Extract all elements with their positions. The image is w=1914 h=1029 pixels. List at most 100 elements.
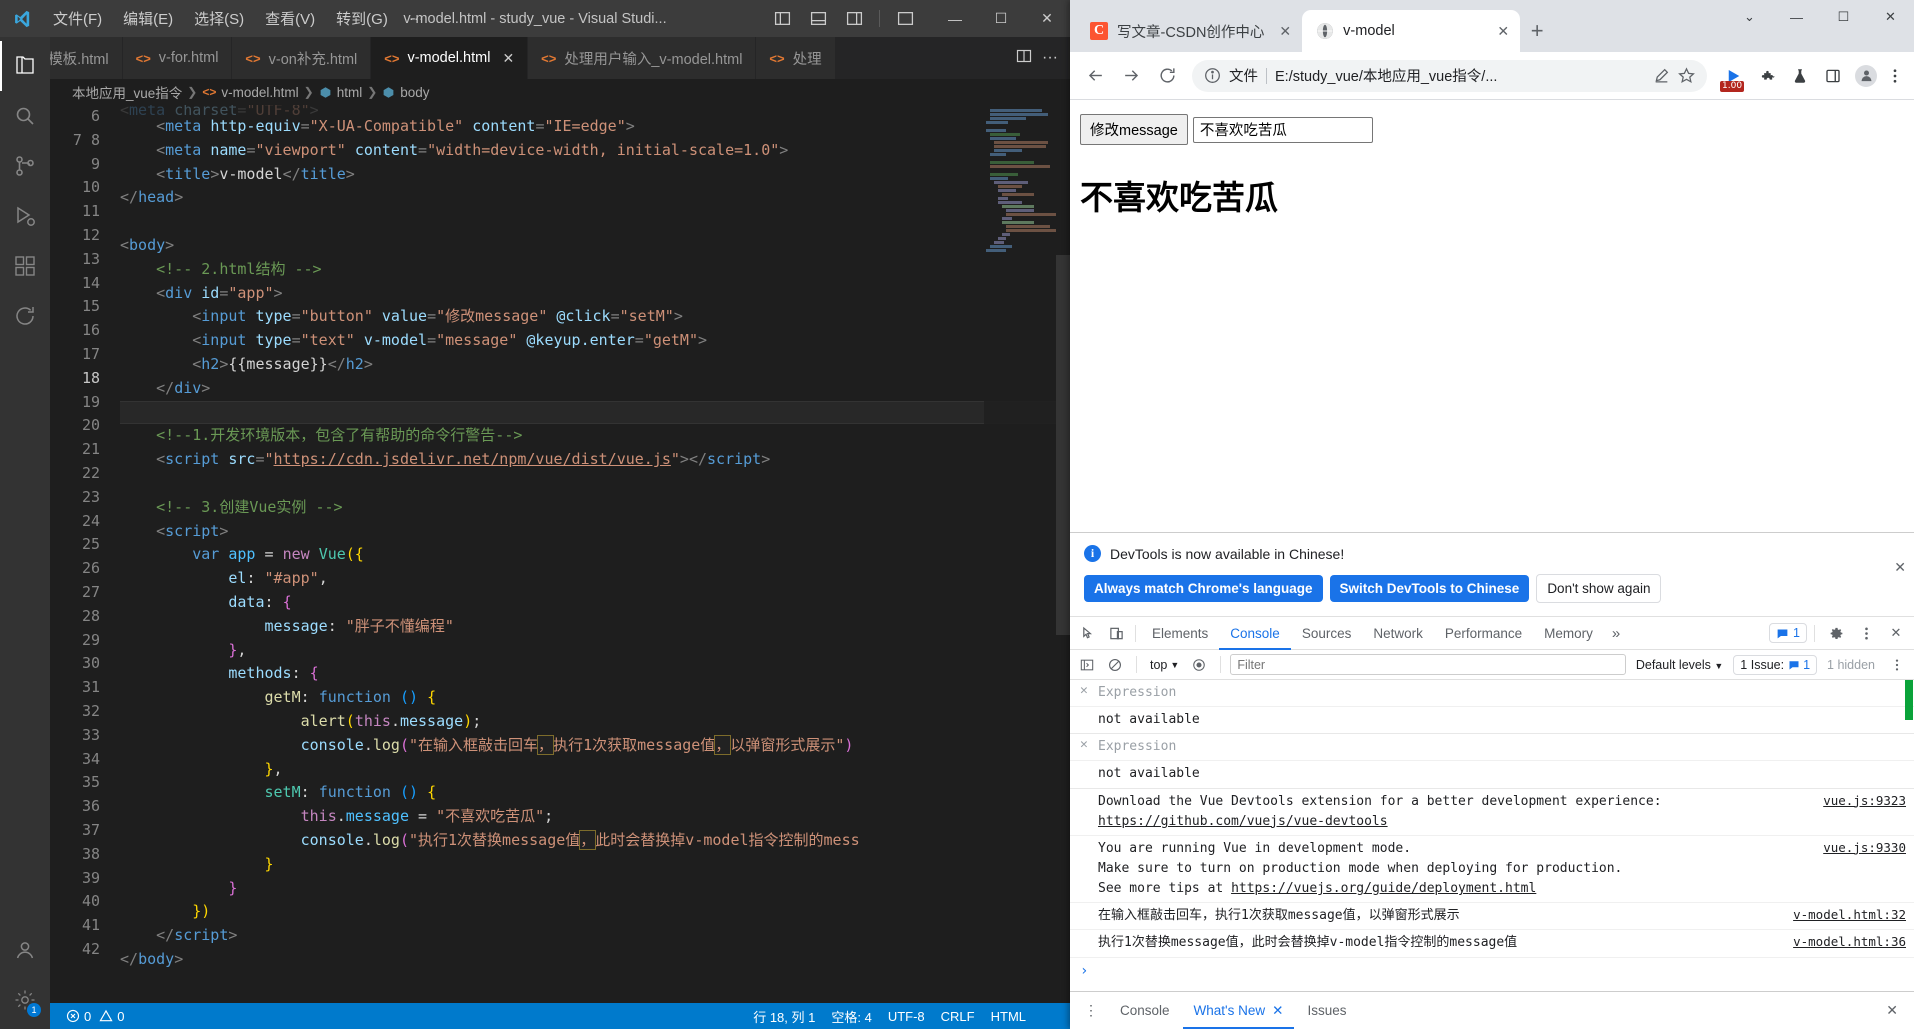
- tab-close-icon[interactable]: ✕: [1279, 23, 1291, 40]
- menu-more[interactable]: ···: [400, 6, 433, 31]
- toggle-primary-sidebar-icon[interactable]: [765, 2, 799, 36]
- chrome-tab-v-model[interactable]: v-model ✕: [1302, 10, 1521, 52]
- execution-context-selector[interactable]: top ▼: [1146, 658, 1183, 672]
- console-prompt[interactable]: ›: [1070, 958, 1914, 984]
- editor-scrollbar-thumb[interactable]: [1056, 255, 1070, 635]
- console-message-detail[interactable]: not available: [1070, 761, 1914, 789]
- message-source-link[interactable]: v-model.html:32: [1793, 906, 1906, 922]
- console-sidebar-toggle-icon[interactable]: [1075, 653, 1099, 677]
- drawer-menu-kebab-icon[interactable]: ⋮: [1076, 1002, 1107, 1019]
- menu-selection[interactable]: 选择(S): [185, 4, 253, 33]
- close-icon[interactable]: ✕: [1894, 559, 1906, 576]
- drawer-tab-whats-new[interactable]: What's New ✕: [1183, 992, 1295, 1029]
- puzzle-extensions-icon[interactable]: [1752, 61, 1782, 91]
- tab-处理用户输入-html[interactable]: <> 处理用户输入_v-model.html: [528, 37, 757, 79]
- message-link[interactable]: https://vuejs.org/guide/deployment.html: [1231, 881, 1536, 896]
- activity-run-debug-icon[interactable]: [0, 191, 50, 241]
- more-tabs-icon[interactable]: »: [1604, 625, 1628, 642]
- message-source-link[interactable]: vue.js:9330: [1823, 839, 1906, 855]
- message-source-link[interactable]: vue.js:9323: [1823, 792, 1906, 808]
- vscode-maximize-button[interactable]: ☐: [978, 0, 1024, 37]
- profile-avatar-icon[interactable]: [1851, 61, 1881, 91]
- tab-console[interactable]: Console: [1219, 617, 1291, 650]
- chrome-tab-csdn[interactable]: C 写文章-CSDN创作中心 ✕: [1076, 10, 1302, 52]
- drawer-tab-console[interactable]: Console: [1109, 992, 1181, 1029]
- console-message-detail[interactable]: not available: [1070, 707, 1914, 735]
- message-source-link[interactable]: v-model.html:36: [1793, 933, 1906, 949]
- console-message-setm-log[interactable]: 执行1次替换message值，此时会替换掉v-model指令控制的message…: [1070, 930, 1914, 958]
- tab-sources[interactable]: Sources: [1291, 617, 1363, 650]
- tab-elements[interactable]: Elements: [1141, 617, 1219, 650]
- console-message[interactable]: ✕ Expression: [1070, 734, 1914, 762]
- console-message-vue-devtools[interactable]: Download the Vue Devtools extension for …: [1070, 789, 1914, 836]
- gear-icon[interactable]: [1822, 619, 1850, 647]
- console-settings-eye-icon[interactable]: [1187, 653, 1211, 677]
- reload-button-icon[interactable]: [1150, 59, 1184, 93]
- tab-模板-html[interactable]: <> 模板.html: [50, 37, 123, 79]
- log-levels-selector[interactable]: Default levels ▼: [1630, 658, 1729, 672]
- tab-close-icon[interactable]: ✕: [502, 50, 514, 67]
- device-toolbar-icon[interactable]: [1102, 619, 1130, 647]
- activity-settings-icon[interactable]: 1: [0, 975, 50, 1025]
- notifications-bell-icon[interactable]: [1050, 1003, 1066, 1029]
- tab-network[interactable]: Network: [1362, 617, 1434, 650]
- message-link[interactable]: https://github.com/vuejs/vue-devtools: [1098, 814, 1388, 829]
- tab-v-model-html[interactable]: <> v-model.html ✕: [371, 37, 529, 79]
- dont-show-again-button[interactable]: Don't show again: [1536, 574, 1662, 603]
- activity-explorer-icon[interactable]: [0, 41, 50, 91]
- code-editor[interactable]: 5 6 7 8 9 10 11 12 13 14 15 16 17 18 19 …: [50, 105, 1070, 1003]
- console-message-getm-log[interactable]: 在输入框敲击回车，执行1次获取message值，以弹窗形式展示 v-model.…: [1070, 903, 1914, 931]
- tab-close-icon[interactable]: ✕: [1497, 23, 1509, 40]
- chrome-close-button[interactable]: ✕: [1867, 0, 1914, 34]
- page-info-icon[interactable]: [1204, 67, 1221, 84]
- menu-kebab-icon[interactable]: [1884, 61, 1906, 91]
- back-button-icon[interactable]: [1078, 59, 1112, 93]
- devtools-menu-kebab-icon[interactable]: [1852, 619, 1880, 647]
- url-text[interactable]: E:/study_vue/本地应用_vue指令/...: [1275, 65, 1645, 86]
- console-scrollbar-thumb[interactable]: [1905, 680, 1913, 720]
- breadcrumb-html[interactable]: html: [337, 85, 363, 100]
- console-message-dev-mode[interactable]: You are running Vue in development mode.…: [1070, 836, 1914, 904]
- inspect-element-icon[interactable]: [1074, 619, 1102, 647]
- eol-sequence[interactable]: CRLF: [933, 1003, 983, 1029]
- console-output[interactable]: ✕ Expression not available ✕ Expression …: [1070, 680, 1914, 991]
- clear-console-icon[interactable]: [1103, 653, 1127, 677]
- switch-to-chinese-button[interactable]: Switch DevTools to Chinese: [1329, 575, 1530, 602]
- editor-minimap[interactable]: [984, 105, 1056, 1003]
- console-message-count[interactable]: 1: [1769, 623, 1807, 643]
- activity-account-icon[interactable]: [0, 925, 50, 975]
- sidepanel-icon[interactable]: [1818, 61, 1848, 91]
- cursor-position[interactable]: 行 18, 列 1: [745, 1003, 823, 1029]
- tab-v-for-html[interactable]: <> v-for.html: [122, 37, 233, 79]
- new-tab-button[interactable]: +: [1520, 14, 1554, 48]
- address-bar[interactable]: 文件 E:/study_vue/本地应用_vue指令/...: [1192, 59, 1707, 92]
- console-filter-input[interactable]: [1230, 654, 1626, 675]
- code-content[interactable]: <meta charset="UTF-8"> <meta http-equiv=…: [120, 105, 1070, 1003]
- activity-source-control-icon[interactable]: [0, 141, 50, 191]
- more-actions-icon[interactable]: ···: [1042, 50, 1058, 66]
- devtools-close-icon[interactable]: ✕: [1882, 619, 1910, 647]
- chrome-minimize-button[interactable]: —: [1773, 0, 1820, 34]
- vscode-close-button[interactable]: ✕: [1024, 0, 1070, 37]
- toggle-secondary-sidebar-icon[interactable]: [837, 2, 871, 36]
- message-input[interactable]: [1192, 116, 1373, 143]
- customize-layout-icon[interactable]: [888, 2, 922, 36]
- console-scrollbar[interactable]: [1904, 680, 1914, 991]
- breadcrumb-folder[interactable]: 本地应用_vue指令: [72, 82, 182, 102]
- flask-icon[interactable]: [1785, 61, 1815, 91]
- breadcrumb-file[interactable]: v-model.html: [221, 85, 298, 100]
- tab-search-dropdown-icon[interactable]: ⌄: [1726, 0, 1773, 34]
- star-icon[interactable]: [1678, 67, 1695, 84]
- open-in-browser-icon[interactable]: [1034, 1003, 1050, 1029]
- problems-indicator[interactable]: 0 0: [60, 1003, 130, 1029]
- tab-处理-html[interactable]: <> 处理: [756, 37, 836, 79]
- toggle-panel-icon[interactable]: [801, 2, 835, 36]
- split-editor-icon[interactable]: [1016, 48, 1032, 69]
- drawer-tab-issues[interactable]: Issues: [1296, 992, 1357, 1029]
- menu-edit[interactable]: 编辑(E): [114, 4, 182, 33]
- chrome-maximize-button[interactable]: ☐: [1820, 0, 1867, 34]
- drawer-close-icon[interactable]: ✕: [1876, 1002, 1908, 1019]
- video-downloader-icon[interactable]: 1.00: [1719, 61, 1749, 92]
- breadcrumb-body[interactable]: body: [400, 85, 429, 100]
- encoding[interactable]: UTF-8: [880, 1003, 933, 1029]
